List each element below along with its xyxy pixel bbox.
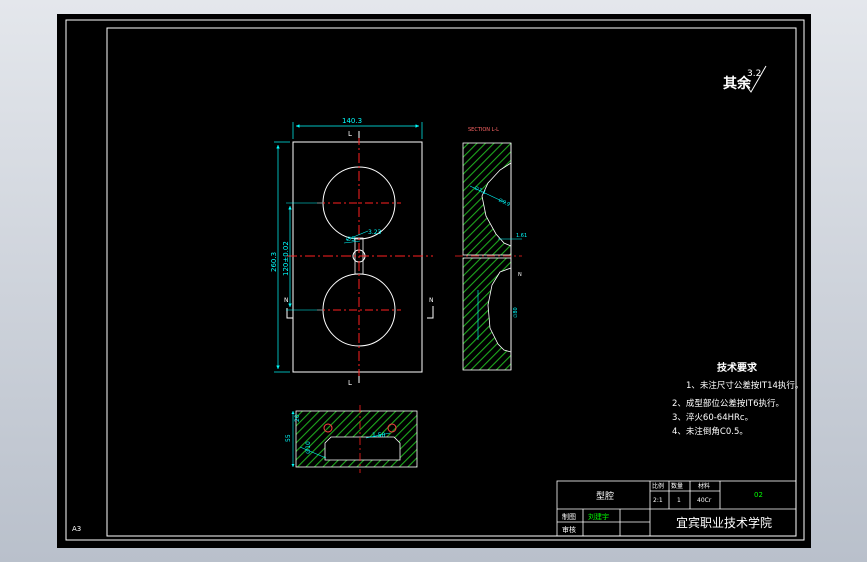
top-view: L L N N 140.3 260.3 120±0.02 3.23 ∅3 — [270, 117, 434, 387]
tech-item-2: 2、成型部位公差按IT6执行。 — [672, 398, 784, 409]
drawing-canvas: 其余 3.2 L L N N 140.3 260.3 120±0.02 3.23… — [65, 19, 805, 541]
dim-gate-1: 3.23 — [368, 229, 382, 236]
dim-section-4: ∅80 — [513, 307, 519, 318]
tech-title: 技术要求 — [717, 361, 758, 374]
title-block-text: 型腔 比例 数量 材料 2:1 1 40Cr 02 制图 刘建宇 审核 宜宾职业… — [562, 482, 772, 534]
qty-header: 数量 — [671, 482, 683, 490]
dim-bottom-1: 20 — [294, 414, 301, 422]
ratio-value: 2:1 — [653, 497, 663, 504]
bottom-cavity-profile — [324, 436, 401, 461]
tech-item-3: 3、淬火60-64HRc。 — [672, 412, 753, 423]
dim-bottom-3: ∅10 — [305, 441, 312, 454]
dim-bottom-2: 55 — [285, 434, 292, 442]
part-name: 型腔 — [596, 490, 614, 502]
material-header: 材料 — [698, 482, 710, 490]
dim-bottom-4: 1.50 — [372, 432, 386, 439]
section-mark-n-right: N — [429, 297, 434, 304]
bottom-view: 20 55 ∅10 1.50 — [285, 405, 418, 473]
checked-label: 审核 — [562, 525, 576, 534]
dim-center-distance: 120±0.02 — [282, 241, 290, 276]
sheet-size: A3 — [72, 525, 81, 533]
dim-height: 260.3 — [270, 252, 278, 272]
qty-value: 1 — [677, 497, 681, 504]
section-title: SECTION L-L — [468, 127, 499, 133]
drawing-number: 02 — [754, 491, 763, 499]
roughness-symbol: 其余 3.2 — [723, 65, 767, 93]
school-name: 宜宾职业技术学院 — [676, 515, 772, 530]
drawn-label: 制图 — [562, 512, 576, 521]
outer-frame — [65, 19, 805, 541]
plate-outline — [292, 141, 423, 373]
section-mark-n: N — [518, 272, 522, 278]
inner-frame — [106, 27, 797, 537]
tech-item-4: 4、未注倒角C0.5。 — [672, 426, 748, 437]
dim-gate-2: ∅3 — [346, 236, 355, 243]
section-mark-n-left: N — [284, 297, 289, 304]
tech-item-1: 1、未注尺寸公差按IT14执行。 — [686, 380, 803, 391]
tech-requirements: 技术要求 1、未注尺寸公差按IT14执行。 2、成型部位公差按IT6执行。 3、… — [672, 361, 803, 437]
dim-width: 140.3 — [342, 117, 362, 125]
material-value: 40Cr — [697, 497, 712, 504]
section-mark-top: L — [348, 130, 352, 138]
ratio-header: 比例 — [652, 482, 664, 490]
section-mark-bottom: L — [348, 379, 352, 387]
drawing-sheet: 其余 3.2 L L N N 140.3 260.3 120±0.02 3.23… — [57, 14, 811, 548]
section-ll-view: SECTION L-L ∅7.1 ∅9.9 1.61 ∅80 N — [455, 127, 527, 371]
drawn-by: 刘建宇 — [588, 512, 609, 521]
dim-section-3: 1.61 — [516, 233, 527, 239]
